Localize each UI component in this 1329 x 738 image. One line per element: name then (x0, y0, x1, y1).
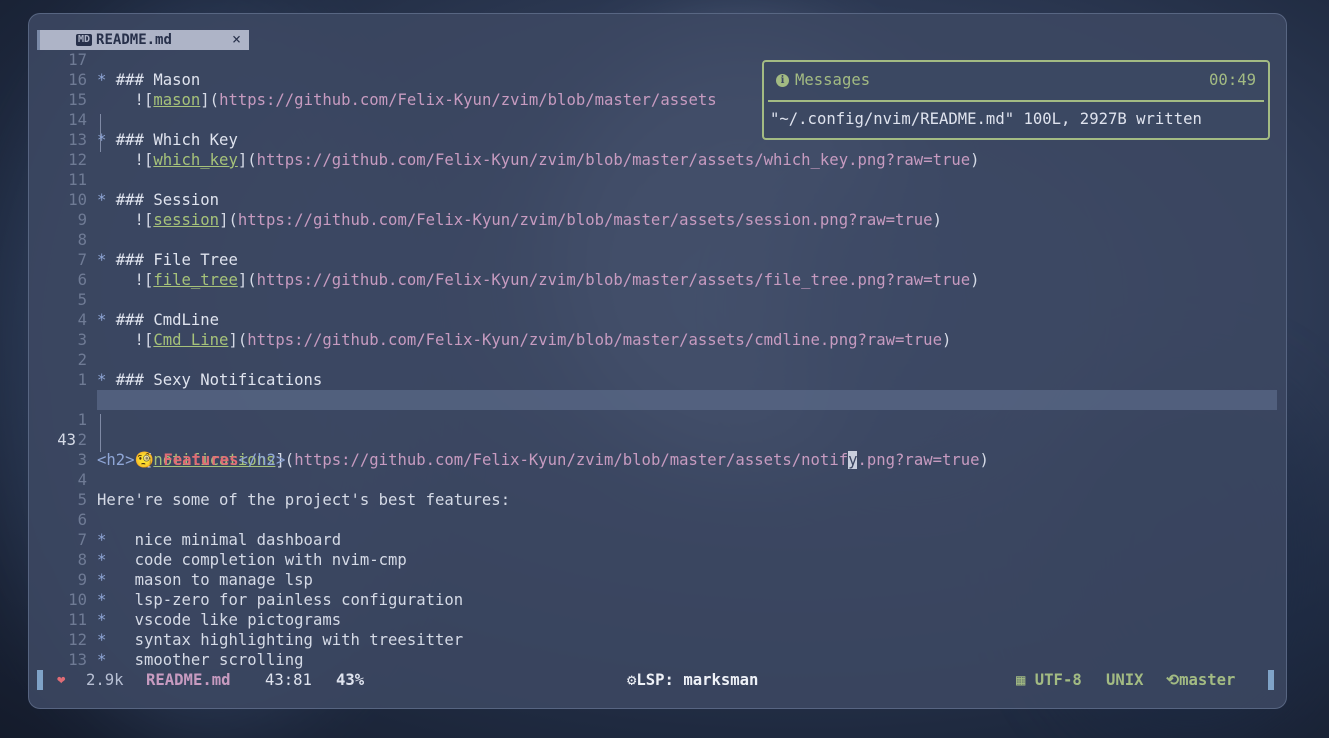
code-line: 6 ![file_tree](https://github.com/Felix-… (77, 271, 980, 289)
code-line: 7 * ### File Tree (77, 251, 238, 269)
markdown-icon: MD (76, 34, 93, 46)
git-branch: ⟲master (1166, 671, 1236, 689)
heart-icon: ❤ (57, 672, 66, 688)
code-line: 11 (68, 171, 87, 189)
file-encoding: ▦ UTF-8 (1016, 671, 1082, 689)
list-item: 10 * lsp-zero for painless configuration (68, 591, 464, 609)
messages-time: 00:49 (1209, 71, 1256, 89)
tab-readme[interactable]: MD README.md × (40, 30, 249, 50)
code-line: 8 (77, 231, 87, 249)
statusline-left-edge (37, 670, 43, 690)
code-line: 6 (77, 511, 87, 529)
code-line: 9 ![session](https://github.com/Felix-Ky… (77, 211, 942, 229)
cursor-position: 43:81 (265, 671, 312, 689)
code-line: 5 Here're some of the project's best feat… (77, 491, 511, 509)
tab-title: README.md (96, 32, 172, 48)
messages-divider (768, 100, 1264, 102)
lsp-status: ⚙LSP: marksman (627, 671, 759, 689)
list-item: 7 * nice minimal dashboard (77, 531, 342, 549)
messages-header: i Messages (776, 71, 870, 89)
code-line: 4 * ### CmdLine (77, 311, 220, 329)
code-line: 3 <h2>🧐 Features</h2> (77, 451, 286, 469)
grid-icon: ▦ (1016, 671, 1035, 689)
code-line: 5 (77, 291, 87, 309)
list-item: 8 * code completion with nvim-cmp (77, 551, 407, 569)
code-line: 4 (77, 471, 87, 489)
code-line: 1 (77, 411, 87, 429)
gears-icon: ⚙ (627, 671, 637, 689)
current-line[interactable]: 43 ![notifications](https://github.com/F… (29, 390, 1286, 469)
list-item: 12 * syntax highlighting with treesitter (68, 631, 464, 649)
list-item: 11 * vscode like pictograms (68, 611, 342, 629)
statusline-right-edge (1268, 670, 1274, 690)
scroll-percent: 43% (336, 671, 365, 689)
messages-body: "~/.config/nvim/README.md" 100L, 2927B w… (770, 110, 1202, 128)
code-line: 12 ![which_key](https://github.com/Felix… (68, 151, 980, 169)
list-item: 13 * smoother scrolling (68, 651, 304, 669)
nvim-window[interactable]: MD README.md × 17 16 * ### Mason 15 ![mas… (28, 13, 1287, 709)
info-icon: i (776, 73, 789, 87)
code-line: 2 (77, 351, 87, 369)
close-icon[interactable]: × (232, 30, 241, 48)
file-format: UNIX (1106, 671, 1144, 689)
face-icon: 🧐 (134, 451, 154, 469)
messages-title: Messages (795, 71, 871, 89)
list-item: 9 * mason to manage lsp (77, 571, 313, 589)
messages-popup[interactable]: i Messages 00:49 "~/.config/nvim/README.… (762, 60, 1270, 140)
code-line: 1 * ### Sexy Notifications (77, 371, 323, 389)
cursorline-highlight (97, 390, 1277, 410)
tabline: MD README.md × (37, 30, 249, 50)
code-line: 2 (77, 431, 87, 449)
code-line: 3 ![Cmd Line](https://github.com/Felix-K… (77, 331, 952, 349)
code-line: 10 * ### Session (68, 191, 220, 209)
statusline: ❤ 2.9k README.md 43:81 43% ⚙LSP: marksma… (29, 670, 1286, 690)
file-size: 2.9k (86, 671, 124, 689)
file-name: README.md (146, 671, 231, 689)
git-branch-icon: ⟲ (1166, 671, 1180, 689)
